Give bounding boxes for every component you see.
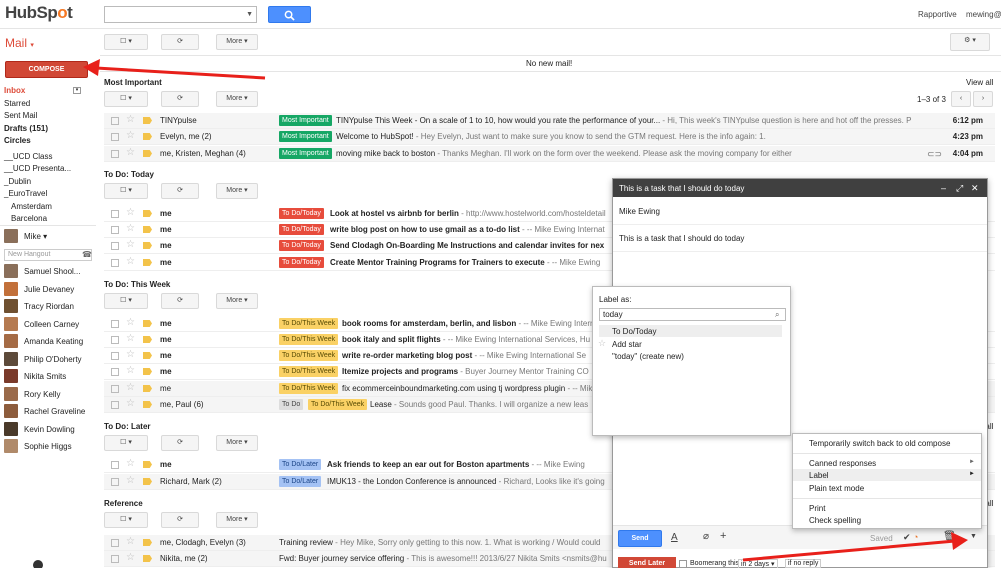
annotation-arrows: [83, 59, 968, 562]
